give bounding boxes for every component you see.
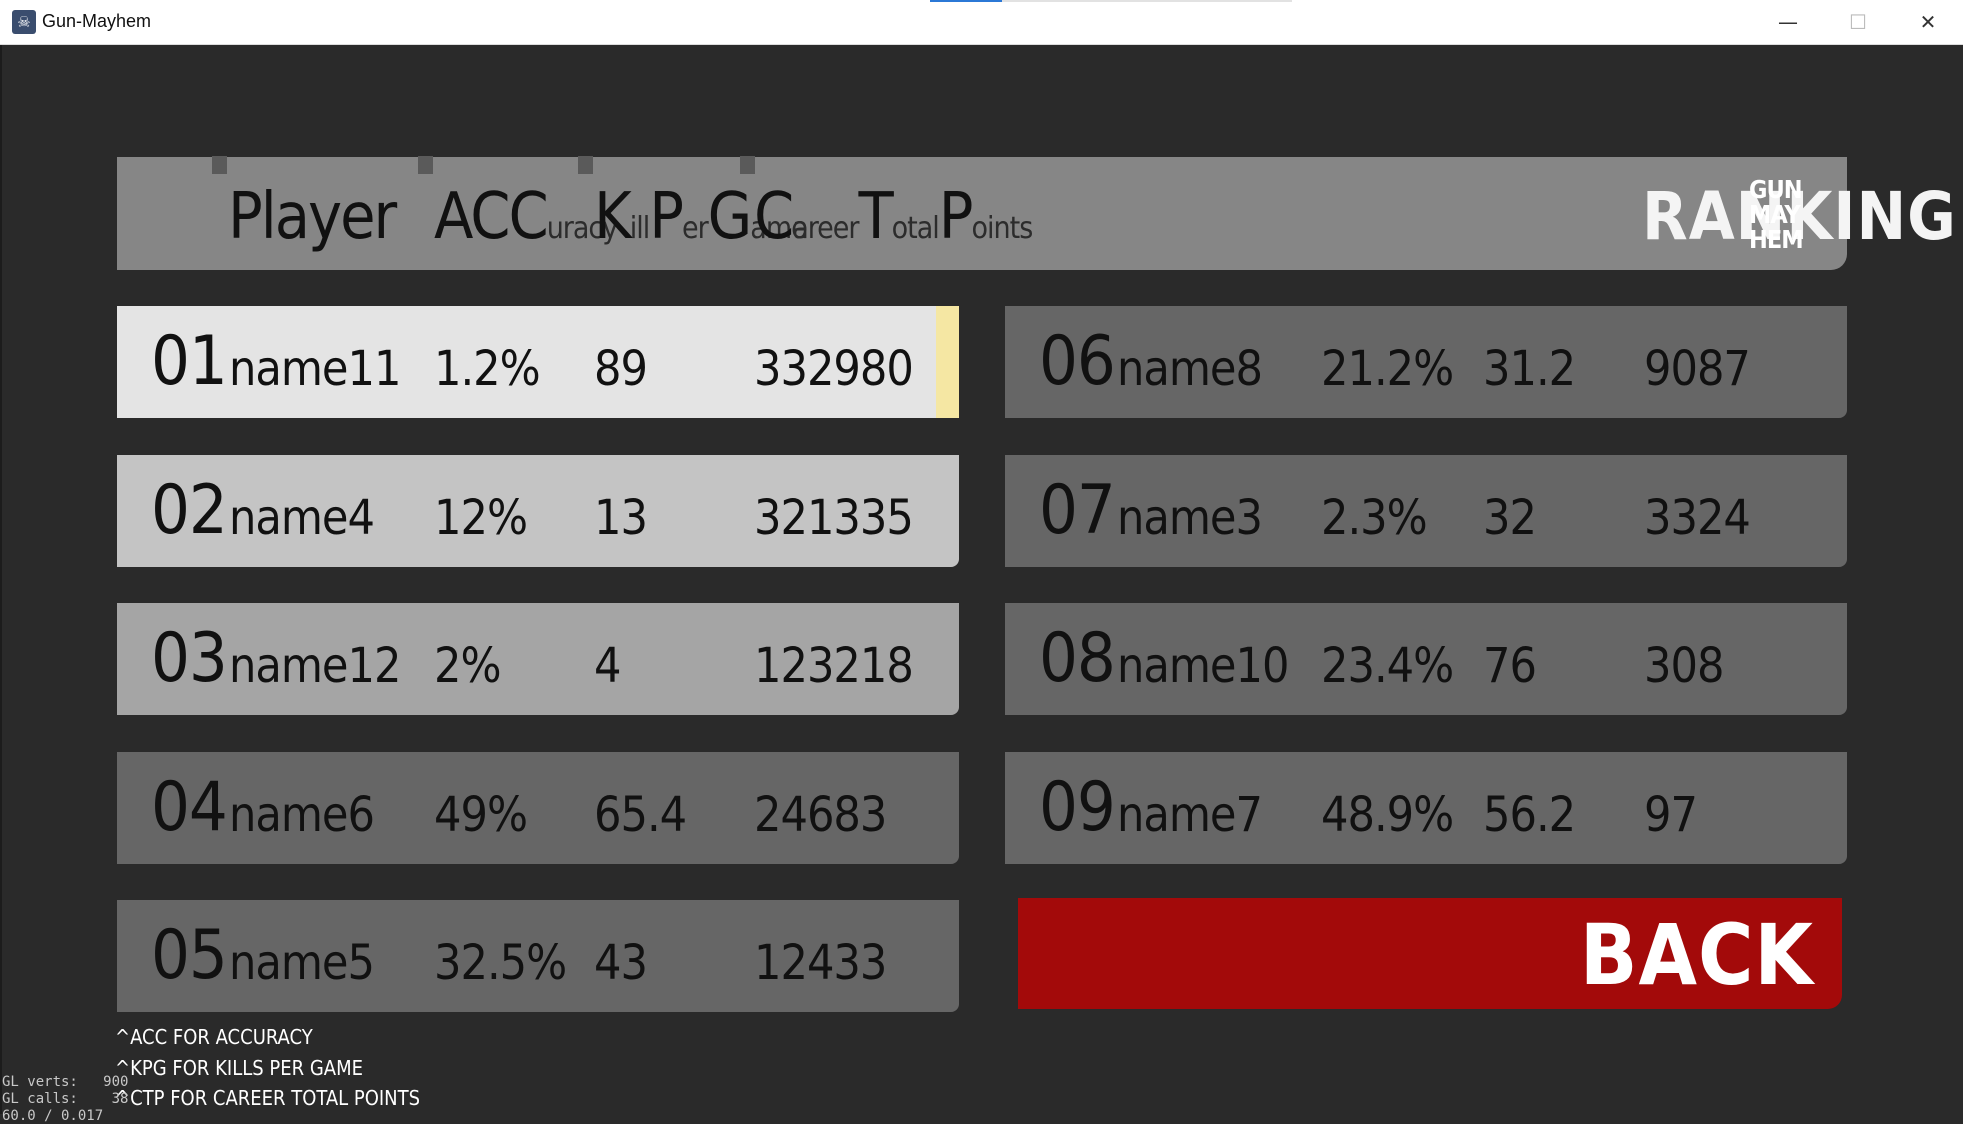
player-name: name7 bbox=[1117, 787, 1263, 843]
accuracy-value: 2.3% bbox=[1321, 490, 1428, 546]
minimize-button[interactable]: — bbox=[1753, 0, 1823, 44]
back-button[interactable]: BACK bbox=[1018, 898, 1842, 1009]
close-button[interactable]: ✕ bbox=[1893, 0, 1963, 44]
rank-row-01: 01 name11 1.2% 89 332980 bbox=[117, 306, 959, 418]
kills-per-game-value: 56.2 bbox=[1483, 787, 1576, 843]
rank-row-05: 05 name5 32.5% 43 12433 bbox=[117, 900, 959, 1012]
player-name: name5 bbox=[229, 935, 375, 991]
kills-per-game-value: 65.4 bbox=[594, 787, 687, 843]
back-button-label: BACK bbox=[1579, 906, 1814, 1004]
kills-per-game-value: 32 bbox=[1483, 490, 1537, 546]
career-total-points-value: 123218 bbox=[754, 638, 914, 694]
window-border bbox=[0, 45, 2, 1114]
rank-number: 07 bbox=[1039, 471, 1116, 550]
player-name: name11 bbox=[229, 341, 401, 397]
accuracy-value: 23.4% bbox=[1321, 638, 1454, 694]
kills-per-game-value: 13 bbox=[594, 490, 648, 546]
rank-number: 02 bbox=[151, 471, 228, 550]
column-header-career-total-points: CareerTotalPoints bbox=[754, 180, 1033, 254]
career-total-points-value: 332980 bbox=[754, 341, 914, 397]
rank-number: 03 bbox=[151, 619, 228, 698]
accuracy-value: 32.5% bbox=[434, 935, 567, 991]
gl-calls-readout: GL calls: 38 bbox=[2, 1091, 129, 1107]
gl-verts-readout: GL verts: 900 bbox=[2, 1074, 129, 1090]
taskbar-accent-secondary bbox=[1002, 0, 1292, 2]
column-header-accuracy: ACCuracy bbox=[434, 180, 618, 254]
kills-per-game-value: 76 bbox=[1483, 638, 1537, 694]
header-tab-marker bbox=[212, 156, 227, 174]
player-name: name10 bbox=[1117, 638, 1289, 694]
career-total-points-value: 9087 bbox=[1644, 341, 1751, 397]
player-name: name3 bbox=[1117, 490, 1263, 546]
app-icon: ☠ bbox=[12, 10, 36, 34]
career-total-points-value: 97 bbox=[1644, 787, 1698, 843]
accuracy-value: 12% bbox=[434, 490, 528, 546]
rank-number: 08 bbox=[1039, 619, 1116, 698]
column-header-player: Player bbox=[228, 180, 397, 254]
fps-readout: 60.0 / 0.017 bbox=[2, 1108, 104, 1124]
rank-row-03: 03 name12 2% 4 123218 bbox=[117, 603, 959, 715]
career-total-points-value: 3324 bbox=[1644, 490, 1751, 546]
accuracy-value: 49% bbox=[434, 787, 528, 843]
career-total-points-value: 308 bbox=[1644, 638, 1724, 694]
career-total-points-value: 12433 bbox=[754, 935, 887, 991]
rank-row-02: 02 name4 12% 13 321335 bbox=[117, 455, 959, 567]
accuracy-value: 48.9% bbox=[1321, 787, 1454, 843]
rank-number: 06 bbox=[1039, 322, 1116, 401]
rank-number: 04 bbox=[151, 768, 228, 847]
career-total-points-value: 321335 bbox=[754, 490, 914, 546]
first-place-marker bbox=[936, 306, 959, 418]
accuracy-value: 2% bbox=[434, 638, 502, 694]
rank-row-09: 09 name7 48.9% 56.2 97 bbox=[1005, 752, 1847, 864]
window-title: Gun-Mayhem bbox=[42, 11, 152, 31]
player-name: name12 bbox=[229, 638, 401, 694]
kills-per-game-value: 4 bbox=[594, 638, 621, 694]
footnote-ctp: ^CTP FOR CAREER TOTAL POINTS bbox=[115, 1086, 421, 1110]
kills-per-game-value: 89 bbox=[594, 341, 648, 397]
rank-row-07: 07 name3 2.3% 32 3324 bbox=[1005, 455, 1847, 567]
header-tab-marker bbox=[578, 156, 593, 174]
accuracy-value: 21.2% bbox=[1321, 341, 1454, 397]
window-titlebar[interactable]: ☠ Gun-Mayhem — ☐ ✕ bbox=[0, 0, 1963, 45]
rank-number: 09 bbox=[1039, 768, 1116, 847]
player-name: name8 bbox=[1117, 341, 1263, 397]
footnote-accuracy: ^ACC FOR ACCURACY bbox=[115, 1025, 313, 1049]
ranking-header: Player ACCuracy KillPerGame CareerTotalP… bbox=[117, 156, 1956, 270]
kills-per-game-value: 43 bbox=[594, 935, 648, 991]
rank-row-04: 04 name6 49% 65.4 24683 bbox=[117, 752, 959, 864]
rank-number: 05 bbox=[151, 916, 228, 995]
gun-mayhem-logo: GUN MAY HEM bbox=[1749, 175, 1804, 254]
maximize-button[interactable]: ☐ bbox=[1823, 0, 1893, 44]
kills-per-game-value: 31.2 bbox=[1483, 341, 1576, 397]
header-tab-marker bbox=[740, 156, 755, 174]
header-tab-marker bbox=[418, 156, 433, 174]
accuracy-value: 1.2% bbox=[434, 341, 541, 397]
rank-row-08: 08 name10 23.4% 76 308 bbox=[1005, 603, 1847, 715]
taskbar-accent bbox=[930, 0, 1002, 2]
career-total-points-value: 24683 bbox=[754, 787, 887, 843]
rank-number: 01 bbox=[151, 322, 228, 401]
player-name: name6 bbox=[229, 787, 375, 843]
player-name: name4 bbox=[229, 490, 375, 546]
rank-row-06: 06 name8 21.2% 31.2 9087 bbox=[1005, 306, 1847, 418]
footnote-kpg: ^KPG FOR KILLS PER GAME bbox=[115, 1056, 363, 1080]
